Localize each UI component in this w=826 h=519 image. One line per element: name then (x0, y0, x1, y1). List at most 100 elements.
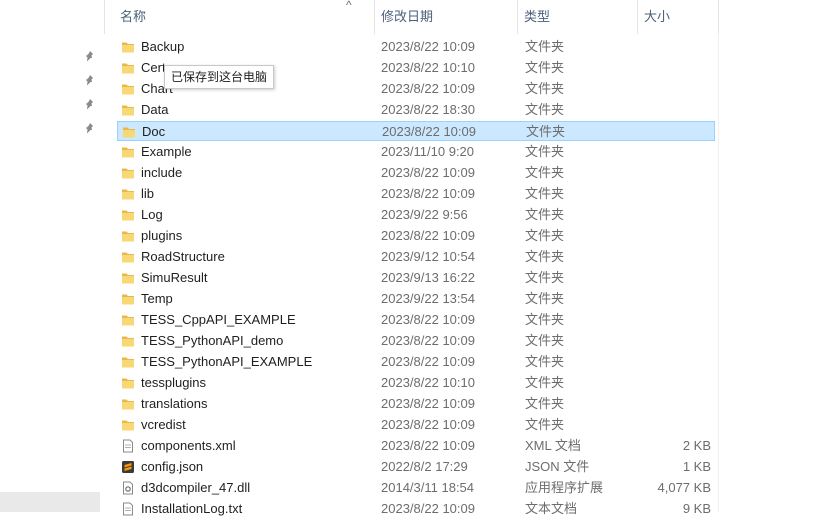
file-modified-date: 2023/8/22 10:09 (381, 312, 475, 327)
file-type: 文件夹 (525, 102, 565, 117)
column-divider[interactable] (104, 0, 105, 34)
file-row[interactable]: InstallationLog.txt 2023/8/22 10:09 文本文档 9 … (117, 499, 715, 519)
column-divider[interactable] (718, 0, 719, 34)
file-row[interactable]: tessplugins 2023/8/22 10:10 文件夹 (117, 373, 715, 393)
file-row[interactable]: Example 2023/11/10 9:20 文件夹 (117, 142, 715, 162)
file-type: 文件夹 (525, 165, 565, 180)
file-row[interactable]: translations 2023/8/22 10:09 文件夹 (117, 394, 715, 414)
file-modified-date: 2022/8/2 17:29 (381, 459, 468, 474)
folder-icon (122, 168, 134, 179)
file-name: TESS_PythonAPI_demo (141, 333, 284, 348)
file-name: config.json (141, 459, 204, 474)
file-size: 2 KB (682, 438, 711, 453)
file-type: JSON 文件 (525, 459, 590, 474)
file-type: 文件夹 (525, 81, 565, 96)
file-type: 文件夹 (525, 39, 565, 54)
file-row[interactable]: vcredist 2023/8/22 10:09 文件夹 (117, 415, 715, 435)
file-row[interactable]: Data 2023/8/22 18:30 文件夹 (117, 100, 715, 120)
file-name: Backup (141, 39, 185, 54)
folder-icon (122, 231, 134, 242)
file-modified-date: 2023/8/22 10:10 (381, 60, 475, 75)
file-modified-date: 2023/8/22 10:09 (381, 228, 475, 243)
file-row[interactable]: plugins 2023/8/22 10:09 文件夹 (117, 226, 715, 246)
pin-icon[interactable] (84, 50, 96, 62)
file-name: InstallationLog.txt (141, 501, 243, 516)
file-name: Log (141, 207, 163, 222)
file-modified-date: 2023/8/22 18:30 (381, 102, 475, 117)
file-modified-date: 2023/9/13 16:22 (381, 270, 475, 285)
file-row[interactable]: TESS_CppAPI_EXAMPLE 2023/8/22 10:09 文件夹 (117, 310, 715, 330)
file-row[interactable]: Backup 2023/8/22 10:09 文件夹 (117, 37, 715, 57)
file-name: SimuResult (141, 270, 208, 285)
file-modified-date: 2023/8/22 10:09 (381, 396, 475, 411)
file-type: 文件夹 (525, 186, 565, 201)
navigation-pane (0, 0, 100, 512)
file-row[interactable]: lib 2023/8/22 10:09 文件夹 (117, 184, 715, 204)
file-type: 文件夹 (525, 396, 565, 411)
file-type: 应用程序扩展 (525, 480, 604, 495)
column-header-type[interactable]: 类型 (524, 0, 634, 34)
file-name: translations (141, 396, 208, 411)
file-name: Doc (142, 124, 166, 139)
file-name: Temp (141, 291, 173, 306)
file-name: vcredist (141, 417, 186, 432)
column-header-name[interactable]: 名称 (120, 0, 370, 34)
file-modified-date: 2023/8/22 10:10 (381, 375, 475, 390)
file-modified-date: 2023/8/22 10:09 (381, 354, 475, 369)
file-size: 1 KB (682, 459, 711, 474)
pin-icon[interactable] (84, 98, 96, 110)
file-modified-date: 2023/9/22 13:54 (381, 291, 475, 306)
file-row[interactable]: SimuResult 2023/9/13 16:22 文件夹 (117, 268, 715, 288)
folder-icon (122, 273, 134, 284)
pin-icon[interactable] (84, 122, 96, 134)
file-name: lib (141, 186, 155, 201)
file-modified-date: 2023/8/22 10:09 (381, 333, 475, 348)
file-name: include (141, 165, 183, 180)
file-row[interactable]: components.xml 2023/8/22 10:09 XML 文档 2 KB (117, 436, 715, 456)
folder-icon (122, 147, 134, 158)
file-name: Example (141, 144, 192, 159)
folder-icon (122, 210, 134, 221)
file-type: 文件夹 (525, 270, 565, 285)
file-row[interactable]: Log 2023/9/22 9:56 文件夹 (117, 205, 715, 225)
file-row[interactable]: include 2023/8/22 10:09 文件夹 (117, 163, 715, 183)
document-icon (123, 439, 133, 453)
column-header-size[interactable]: 大小 (644, 0, 714, 34)
folder-icon (122, 105, 134, 116)
text-file-icon (123, 502, 133, 516)
file-modified-date: 2023/8/22 10:09 (381, 81, 475, 96)
folder-icon (122, 357, 134, 368)
folder-icon (122, 294, 134, 305)
file-row[interactable]: TESS_PythonAPI_EXAMPLE 2023/8/22 10:09 文件夹 (117, 352, 715, 372)
file-name: Data (141, 102, 169, 117)
folder-icon (122, 189, 134, 200)
file-modified-date: 2023/8/22 10:09 (381, 501, 475, 516)
pin-icon[interactable] (84, 74, 96, 86)
folder-icon (122, 378, 134, 389)
file-size: 4,077 KB (657, 480, 712, 495)
folder-icon (122, 84, 134, 95)
column-divider[interactable] (374, 0, 375, 34)
file-type: 文件夹 (525, 333, 565, 348)
file-name: components.xml (141, 438, 236, 453)
file-row[interactable]: TESS_PythonAPI_demo 2023/8/22 10:09 文件夹 (117, 331, 715, 351)
file-type: 文件夹 (525, 207, 565, 222)
file-type: 文件夹 (525, 144, 565, 159)
folder-icon (123, 127, 135, 138)
file-size: 9 KB (682, 501, 711, 516)
file-row[interactable]: RoadStructure 2023/9/12 10:54 文件夹 (117, 247, 715, 267)
file-modified-date: 2023/8/22 10:09 (381, 165, 475, 180)
file-name: d3dcompiler_47.dll (141, 480, 251, 495)
file-row[interactable]: Temp 2023/9/22 13:54 文件夹 (117, 289, 715, 309)
file-modified-date: 2023/8/22 10:09 (381, 186, 475, 201)
file-row[interactable]: config.json 2022/8/2 17:29 JSON 文件 1 KB (117, 457, 715, 477)
file-row[interactable]: d3dcompiler_47.dll 2014/3/11 18:54 应用程序扩展 4… (117, 478, 715, 498)
column-divider[interactable] (517, 0, 518, 34)
column-divider[interactable] (637, 0, 638, 34)
column-header-date[interactable]: 修改日期 (381, 0, 516, 34)
file-row[interactable]: Doc 2023/8/22 10:09 文件夹 (117, 121, 715, 141)
file-type: 文件夹 (525, 228, 565, 243)
column-header-bar: ^ 名称 修改日期 类型 大小 (104, 0, 826, 34)
sublime-file-icon (122, 461, 134, 473)
file-modified-date: 2023/8/22 10:09 (381, 39, 475, 54)
